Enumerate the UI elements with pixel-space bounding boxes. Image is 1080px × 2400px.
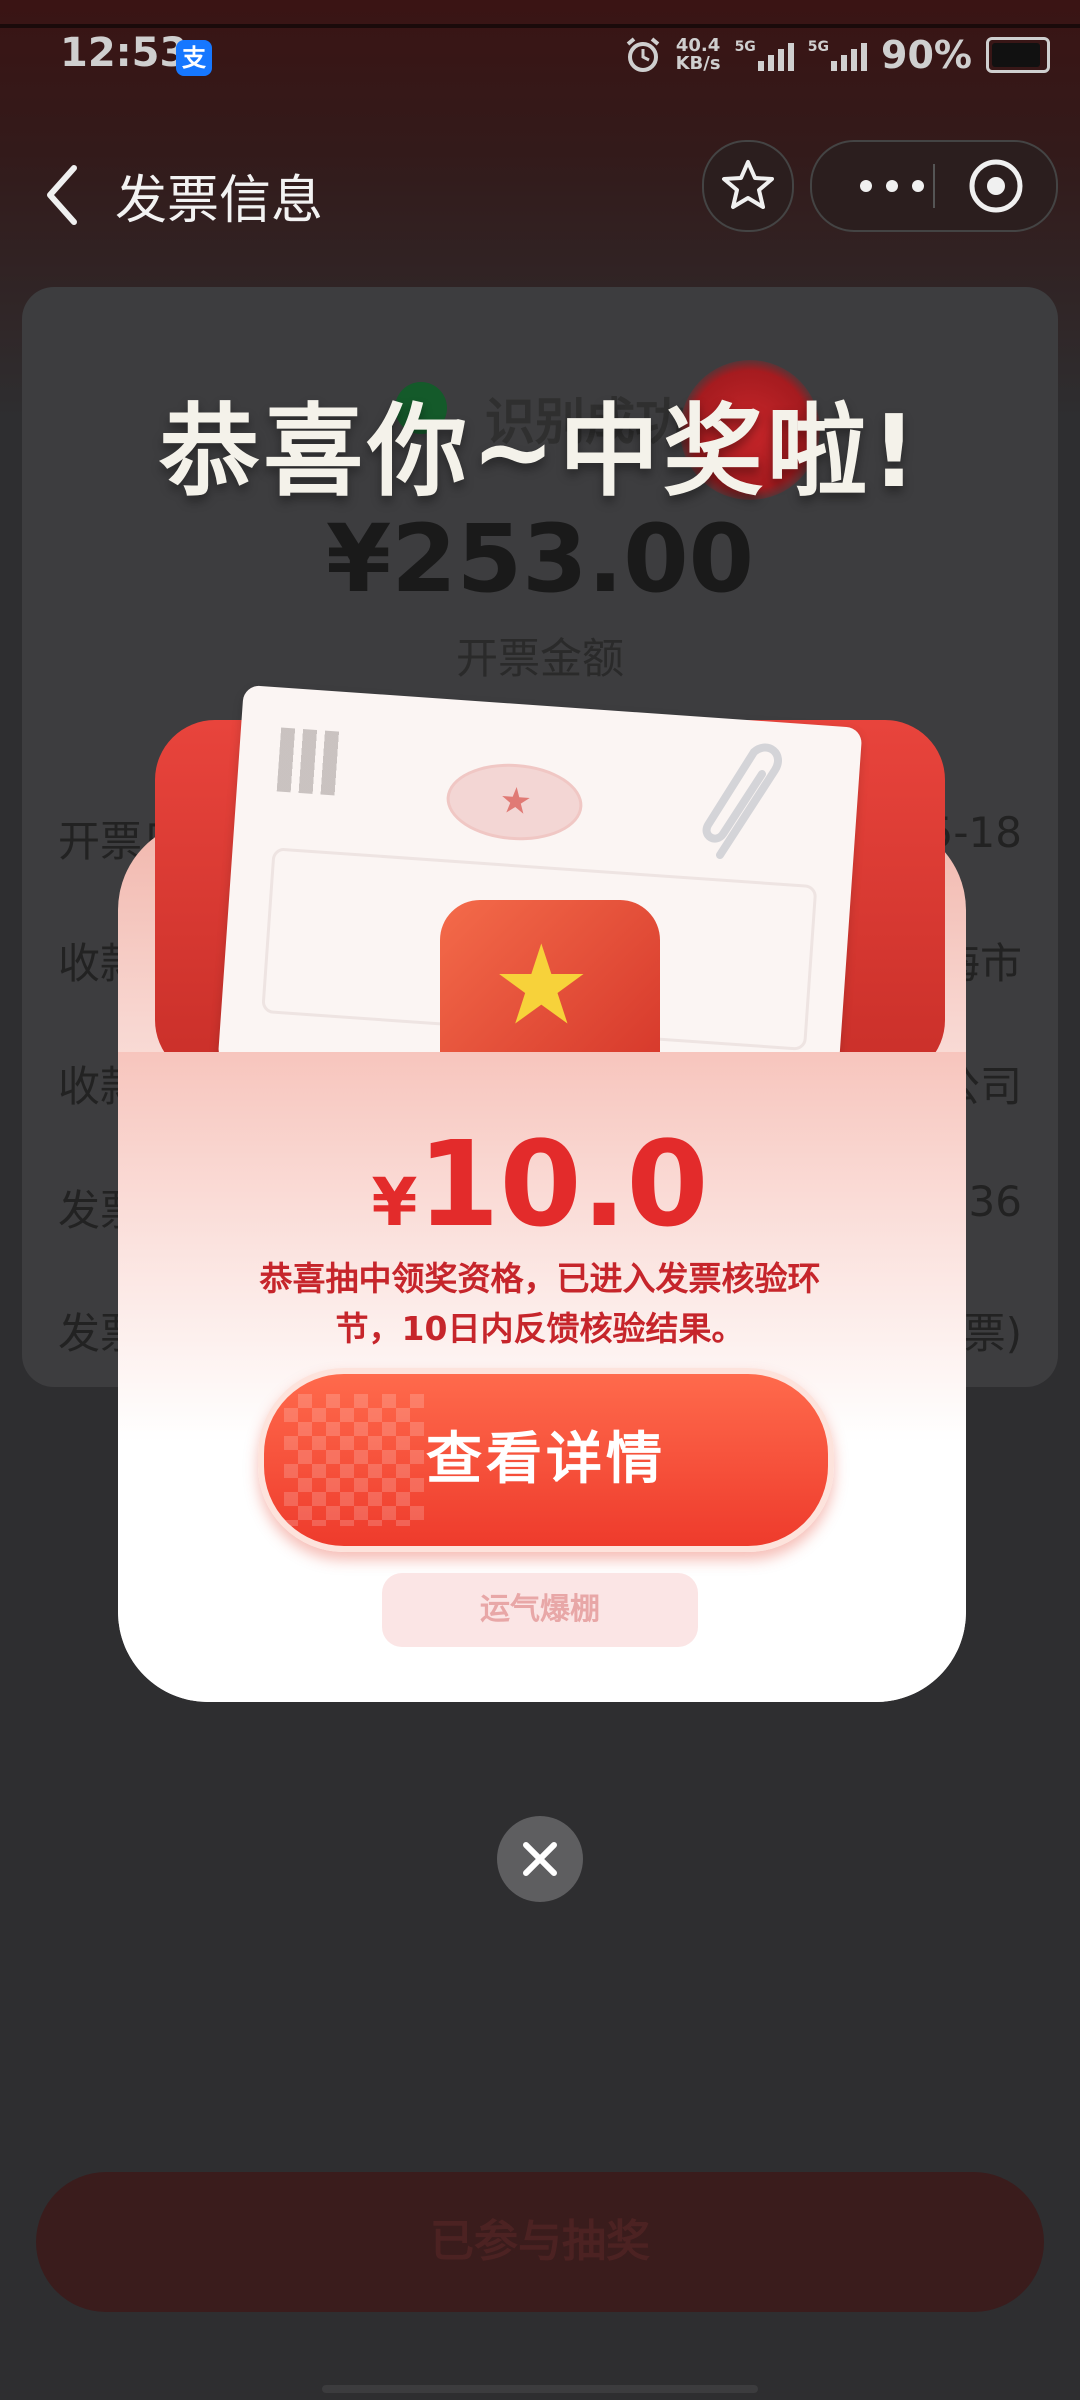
button-pattern [284,1394,424,1526]
alipay-badge-icon: 支 [176,40,212,76]
signal-icon: 5G [735,39,794,71]
status-bar: 12:53 支 40.4 KB/s 5G 5G 90% [0,0,1080,110]
invoice-amount-label: 开票金额 [455,634,624,683]
star-icon [722,160,774,209]
home-indicator [322,2385,758,2393]
back-arrow-icon[interactable] [38,160,88,230]
battery-percent: 90% [881,33,972,77]
signal-icon-2: 5G [807,39,868,71]
status-right: 40.4 KB/s 5G 5G 90% [624,30,1050,80]
row-value-5: 票) [963,1309,1022,1358]
close-icon [523,1842,557,1876]
more-dots-icon[interactable] [852,162,932,210]
target-icon[interactable] [967,157,1025,215]
sim1-label: 5G [734,39,756,55]
page-title: 发票信息 [115,171,324,231]
favorite-button[interactable] [702,140,794,232]
win-headline: 恭喜你~中奖啦! [159,393,921,510]
luck-tag: 运气爆棚 [382,1573,698,1647]
net-speed: 40.4 KB/s [676,37,721,73]
view-details-button[interactable]: 查看详情 [258,1368,834,1552]
prize-value: 10.0 [417,1115,709,1253]
close-modal-button[interactable] [497,1816,583,1902]
sim2-label: 5G [807,39,830,55]
status-time: 12:53 [60,30,188,76]
prize-message: 恭喜抽中领奖资格，已进入发票核验环节，10日内反馈核验结果。 [259,1259,821,1348]
view-details-label: 查看详情 [426,1427,666,1492]
net-speed-unit: KB/s [675,53,721,74]
joined-lottery-button: 已参与抽奖 [36,2172,1044,2312]
prize-currency: ¥ [371,1164,418,1241]
alarm-icon [626,37,659,72]
mini-program-capsule [810,140,1058,232]
star-badge-icon: ★ [492,921,591,1049]
battery-icon [986,37,1050,73]
prize-amount: ¥10.0 [0,1115,1080,1253]
page-background: 12:53 支 40.4 KB/s 5G 5G 90% 发票信息 识别成功 ¥2… [0,0,1080,2400]
nav-bar: 发票信息 [0,140,1080,250]
capsule-divider [933,164,935,208]
qr-code-icon [276,727,345,796]
invoice-amount: ¥253.00 [325,505,755,614]
seal-icon: ★ [444,759,585,845]
paperclip-icon [702,743,782,859]
